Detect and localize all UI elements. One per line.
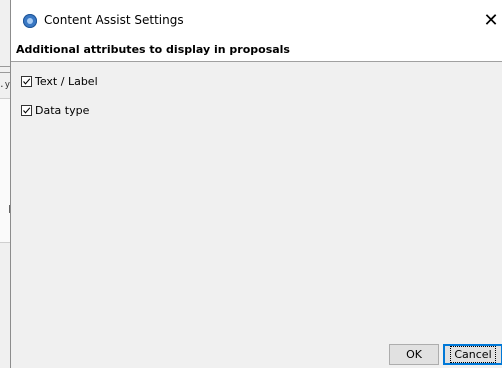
dialog-title: Content Assist Settings — [44, 13, 184, 27]
app-info-icon — [23, 14, 37, 28]
option-label: Data type — [35, 104, 90, 117]
cancel-button-label: Cancel — [450, 346, 496, 363]
background-divider — [0, 72, 10, 73]
background-pane — [0, 98, 10, 243]
option-label: Text / Label — [35, 75, 98, 88]
ok-button[interactable]: OK — [389, 344, 439, 365]
content-assist-dialog: Content Assist Settings ✕ Additional att… — [10, 0, 502, 368]
close-button[interactable]: ✕ — [480, 0, 502, 41]
ok-button-label: OK — [406, 348, 422, 361]
close-icon: ✕ — [483, 10, 499, 31]
text-label-checkbox[interactable] — [21, 76, 32, 87]
background-text: y. — [0, 80, 10, 90]
option-data-type[interactable]: Data type — [21, 104, 89, 117]
dialog-titlebar[interactable]: Content Assist Settings ✕ — [11, 0, 502, 41]
checkmark-icon — [23, 107, 31, 114]
dialog-header: Additional attributes to display in prop… — [11, 41, 502, 61]
option-text-label[interactable]: Text / Label — [21, 75, 98, 88]
checkmark-icon — [23, 78, 31, 85]
background-divider — [0, 66, 10, 67]
background-app: y. — [0, 0, 10, 368]
header-separator — [11, 61, 502, 62]
cancel-button[interactable]: Cancel — [443, 344, 502, 365]
section-title: Additional attributes to display in prop… — [16, 43, 290, 56]
data-type-checkbox[interactable] — [21, 105, 32, 116]
